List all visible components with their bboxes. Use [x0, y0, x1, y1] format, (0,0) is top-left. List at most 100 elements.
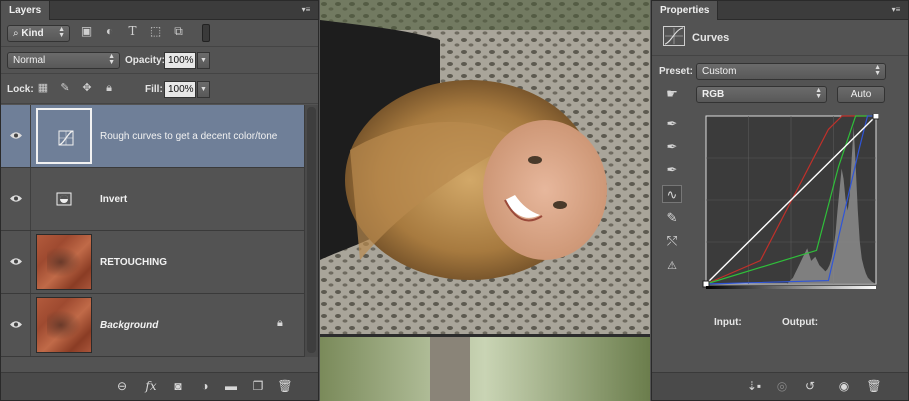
layer-row-curves[interactable]: Rough curves to get a decent color/tone — [1, 105, 305, 168]
smart-object-filter-icon[interactable]: ⧉ — [171, 24, 186, 38]
blend-row: Normal ▲ ▼ Opacity: 100% ▼ — [1, 48, 318, 74]
layers-bottom-bar: ⊖ fx ◙ ◑ ▬ ❐ 🗑︎ — [1, 372, 318, 400]
kind-filter-label: Kind — [21, 28, 44, 39]
curves-icon — [58, 130, 74, 146]
search-icon: ⌕ — [13, 28, 19, 39]
eye-icon — [10, 321, 22, 328]
invert-icon — [56, 192, 72, 206]
new-layer-icon[interactable]: ❐ — [250, 379, 266, 393]
smooth-icon[interactable]: ⤲ — [662, 232, 682, 250]
lock-row: Lock: ▦ ✎ ✥ 🔒︎ Fill: 100% ▼ — [1, 75, 318, 104]
visibility-toggle[interactable] — [1, 294, 31, 356]
curves-adjustment-thumbnail[interactable] — [36, 108, 92, 164]
output-label: Output: — [782, 317, 819, 328]
properties-panel: Properties ▾≡ Curves Preset: Custom ▲ ▼ ☛… — [651, 0, 909, 401]
layer-row-retouching[interactable]: RETOUCHING — [1, 231, 305, 294]
retouching-layer-thumbnail[interactable] — [36, 234, 92, 290]
kind-filter-select[interactable]: ⌕ Kind ▲ ▼ — [7, 25, 70, 42]
layers-scrollbar[interactable] — [304, 105, 318, 357]
adjustment-filter-icon[interactable]: ◐ — [102, 24, 117, 38]
on-image-adjust-icon[interactable]: ☛ — [662, 85, 682, 103]
fx-icon[interactable]: fx — [143, 379, 159, 393]
lock-transparent-icon[interactable]: ▦ — [36, 81, 50, 95]
properties-tabbar: Properties ▾≡ — [652, 1, 908, 20]
canvas-photo — [320, 0, 650, 401]
delete-layer-icon[interactable]: 🗑︎ — [277, 379, 293, 393]
properties-header: Curves — [652, 21, 908, 56]
fill-dropdown-button[interactable]: ▼ — [197, 81, 210, 98]
white-point-eyedropper-icon[interactable]: ✒ — [662, 161, 682, 179]
clipping-warning-icon[interactable]: ⚠ — [662, 257, 682, 275]
eye-icon — [10, 258, 22, 265]
layers-tab[interactable]: Layers — [1, 1, 51, 20]
input-label: Input: — [714, 317, 742, 328]
layer-row-background[interactable]: Background 🔒︎ — [1, 294, 305, 357]
reset-icon[interactable]: ↺ — [802, 379, 818, 393]
fill-label: Fill: — [145, 84, 163, 95]
select-arrows-icon: ▲ ▼ — [874, 64, 881, 77]
preset-select[interactable]: Custom ▲ ▼ — [696, 63, 886, 80]
layer-name: RETOUCHING — [100, 257, 168, 268]
panel-menu-icon[interactable]: ▾≡ — [890, 5, 902, 15]
select-arrows-icon: ▲ ▼ — [108, 53, 115, 66]
layer-name: Background — [100, 320, 159, 331]
layer-list: Rough curves to get a decent color/tone … — [1, 105, 305, 357]
add-mask-icon[interactable]: ◙ — [170, 379, 186, 393]
view-previous-icon[interactable]: ◎ — [774, 379, 790, 393]
new-adjustment-icon[interactable]: ◑ — [197, 379, 213, 393]
gray-point-eyedropper-icon[interactable]: ✒ — [662, 138, 682, 156]
visibility-toggle[interactable] — [1, 231, 31, 293]
layer-name: Invert — [100, 194, 128, 205]
channel-value: RGB — [702, 89, 725, 100]
layers-panel: Layers ▾≡ ⌕ Kind ▲ ▼ ▣ ◐ T ⬚ ⧉ Normal ▲ ▼ … — [0, 0, 319, 401]
auto-button[interactable]: Auto — [837, 86, 885, 103]
properties-bottom-bar: ⇣▪ ◎ ↺ ◉ 🗑︎ — [652, 372, 908, 400]
opacity-label: Opacity: — [125, 55, 166, 66]
eye-icon — [10, 195, 22, 202]
layer-lock-icon: 🔒︎ — [277, 317, 283, 329]
visibility-toggle[interactable] — [1, 168, 31, 230]
blend-mode-select[interactable]: Normal ▲ ▼ — [7, 52, 120, 69]
new-group-icon[interactable]: ▬ — [223, 379, 239, 393]
curves-graph[interactable] — [698, 114, 879, 290]
layer-filter-row: ⌕ Kind ▲ ▼ ▣ ◐ T ⬚ ⧉ — [1, 21, 318, 47]
opacity-input[interactable]: 100% — [164, 52, 196, 69]
visibility-toggle[interactable] — [1, 105, 31, 167]
opacity-dropdown-button[interactable]: ▼ — [197, 52, 210, 69]
layer-name: Rough curves to get a decent color/tone — [100, 131, 278, 142]
shape-filter-icon[interactable]: ⬚ — [148, 24, 163, 38]
scrollbar-thumb[interactable] — [307, 107, 316, 353]
clip-to-layer-icon[interactable]: ⇣▪ — [746, 379, 762, 393]
preset-label: Preset: — [659, 66, 693, 77]
fill-input[interactable]: 100% — [164, 81, 196, 98]
lock-image-icon[interactable]: ✎ — [58, 81, 72, 95]
lock-all-icon[interactable]: 🔒︎ — [102, 81, 116, 95]
adjustment-title: Curves — [692, 32, 730, 44]
blend-mode-value: Normal — [13, 55, 46, 66]
select-arrows-icon: ▲ ▼ — [58, 26, 65, 39]
link-layers-icon[interactable]: ⊖ — [114, 379, 130, 393]
preset-value: Custom — [702, 66, 737, 77]
eye-icon — [10, 132, 22, 139]
visibility-icon[interactable]: ◉ — [836, 379, 852, 393]
invert-adjustment-thumbnail[interactable] — [36, 171, 92, 227]
curves-icon — [663, 26, 685, 46]
type-filter-icon[interactable]: T — [125, 24, 140, 38]
channel-select[interactable]: RGB ▲ ▼ — [696, 86, 827, 103]
properties-tab[interactable]: Properties — [652, 1, 719, 20]
image-filter-icon[interactable]: ▣ — [79, 24, 94, 38]
lock-position-icon[interactable]: ✥ — [80, 81, 94, 95]
lock-label: Lock: — [7, 84, 34, 95]
panel-menu-icon[interactable]: ▾≡ — [300, 5, 312, 15]
layer-row-invert[interactable]: Invert — [1, 168, 305, 231]
white-point-handle — [872, 114, 879, 120]
document-canvas[interactable] — [320, 0, 650, 401]
select-arrows-icon: ▲ ▼ — [815, 87, 822, 100]
background-layer-thumbnail[interactable] — [36, 297, 92, 353]
delete-adjustment-icon[interactable]: 🗑︎ — [866, 379, 882, 393]
input-gradient-bar — [706, 286, 876, 289]
black-point-eyedropper-icon[interactable]: ✒ — [662, 115, 682, 133]
pencil-icon[interactable]: ✎ — [662, 209, 682, 227]
filter-toggle-icon[interactable] — [202, 24, 210, 42]
curve-points-icon[interactable]: ∿ — [662, 185, 682, 203]
